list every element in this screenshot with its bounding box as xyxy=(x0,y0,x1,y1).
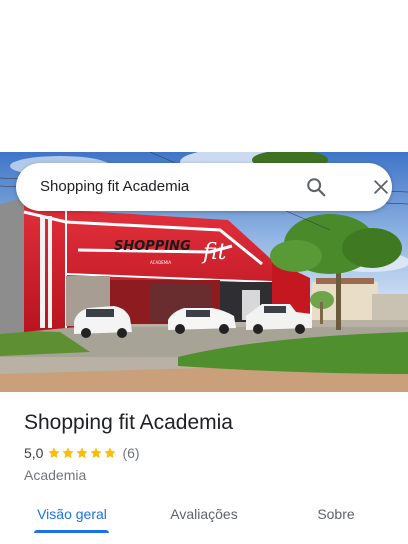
place-title: Shopping fit Academia xyxy=(24,411,233,434)
sign-script: fit xyxy=(201,240,227,265)
place-category: Academia xyxy=(24,467,87,483)
tab-reviews[interactable]: Avaliações xyxy=(158,496,250,544)
star-icon xyxy=(76,447,89,458)
tab-about[interactable]: Sobre xyxy=(300,496,372,544)
rating-value: 5,0 xyxy=(24,445,44,461)
star-icon xyxy=(48,447,61,458)
sign-sub: ACADEMIA xyxy=(150,260,171,265)
place-tabs: Visão geral Avaliações Sobre xyxy=(0,496,408,544)
close-icon[interactable] xyxy=(367,173,395,201)
star-icon xyxy=(62,447,75,458)
search-bar[interactable]: Shopping fit Academia xyxy=(16,163,392,211)
blank-top-area xyxy=(0,0,408,152)
star-icon xyxy=(104,447,117,458)
tab-overview[interactable]: Visão geral xyxy=(26,496,118,544)
search-icon[interactable] xyxy=(302,173,330,201)
search-input[interactable]: Shopping fit Academia xyxy=(40,163,189,211)
sign-text: SHOPPING xyxy=(114,239,191,254)
active-tab-indicator xyxy=(34,530,109,533)
star-rating xyxy=(47,446,117,460)
rating-row[interactable]: 5,0 (6) xyxy=(24,443,394,463)
star-icon xyxy=(90,447,103,458)
review-count[interactable]: (6) xyxy=(122,445,139,461)
place-info: Shopping fit Academia 5,0 (6) Academia xyxy=(24,408,394,485)
